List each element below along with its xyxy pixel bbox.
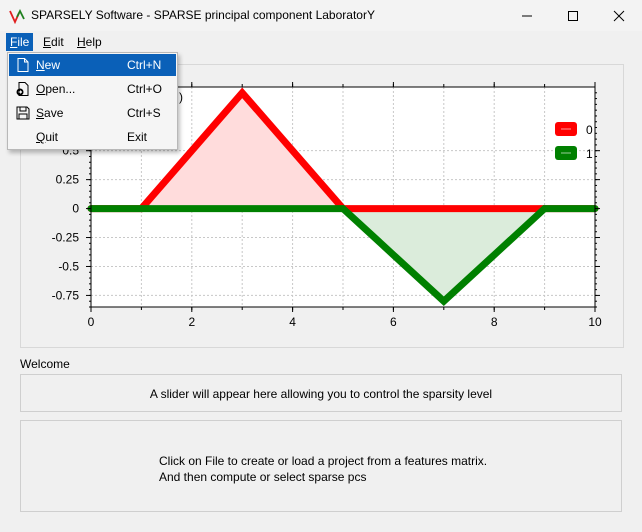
quit-shortcut: Exit [127, 130, 148, 144]
y-tick-label: -0.25 [52, 231, 80, 245]
y-tick-label: 0.25 [56, 173, 80, 187]
quit-mnemonic: Q [36, 130, 46, 144]
x-tick-label: 0 [88, 315, 95, 329]
new-label: ew [44, 58, 61, 72]
x-tick-label: 2 [188, 315, 195, 329]
menu-edit-label: dit [51, 35, 64, 49]
maximize-icon [568, 11, 578, 21]
sparsely-logo-icon [9, 8, 25, 24]
chart-partial-label: ) [179, 90, 183, 104]
save-mnemonic: S [36, 106, 45, 120]
menu-edit-mnemonic: E [43, 35, 52, 49]
title-bar: SPARSELY Software - SPARSE principal com… [0, 0, 642, 31]
minimize-icon [522, 15, 532, 17]
file-menu-save[interactable]: Save Ctrl+S [9, 102, 176, 124]
x-tick-label: 6 [390, 315, 397, 329]
open-label: pen... [45, 82, 76, 96]
open-file-icon [16, 82, 29, 96]
close-icon [613, 10, 625, 22]
info-line-2: And then compute or select sparse pcs [159, 470, 367, 484]
new-mnemonic: N [36, 58, 45, 72]
file-menu-open[interactable]: Open... Ctrl+O [9, 78, 176, 100]
info-panel: Click on File to create or load a projec… [20, 420, 622, 512]
menu-help[interactable]: Help [73, 33, 106, 51]
file-menu-quit[interactable]: Quit Exit [9, 126, 176, 148]
quit-label: uit [45, 130, 59, 144]
menu-file[interactable]: File [6, 33, 34, 51]
x-tick-label: 4 [289, 315, 296, 329]
file-menu-dropdown: New Ctrl+N Open... Ctrl+O Save Ctrl+S Qu… [7, 52, 178, 150]
menu-bar: File Edit Help [0, 31, 642, 52]
y-tick-label: 0 [72, 202, 79, 216]
welcome-label: Welcome [20, 357, 70, 371]
new-file-icon [17, 58, 29, 72]
x-tick-label: 8 [491, 315, 498, 329]
menu-help-mnemonic: H [77, 35, 86, 49]
window-title: SPARSELY Software - SPARSE principal com… [31, 8, 375, 22]
open-mnemonic: O [36, 82, 46, 96]
open-shortcut: Ctrl+O [127, 82, 163, 96]
close-button[interactable] [596, 0, 642, 31]
save-shortcut: Ctrl+S [127, 106, 161, 120]
file-menu-new[interactable]: New Ctrl+N [9, 54, 176, 76]
legend-label-0: 0 [586, 123, 593, 137]
y-tick-label: -0.5 [58, 259, 79, 273]
slider-placeholder: A slider will appear here allowing you t… [20, 374, 622, 412]
menu-help-label: elp [85, 35, 102, 49]
maximize-button[interactable] [550, 0, 596, 31]
slider-placeholder-text: A slider will appear here allowing you t… [149, 387, 493, 401]
minimize-button[interactable] [504, 0, 550, 31]
save-icon [16, 106, 30, 120]
info-line-1: Click on File to create or load a projec… [159, 454, 488, 468]
new-shortcut: Ctrl+N [127, 58, 162, 72]
x-tick-label: 10 [588, 315, 602, 329]
menu-file-label: ile [17, 35, 30, 49]
save-label: ave [44, 106, 64, 120]
y-tick-label: -0.75 [52, 288, 80, 302]
menu-edit[interactable]: Edit [39, 33, 68, 51]
legend-label-1: 1 [586, 147, 593, 161]
